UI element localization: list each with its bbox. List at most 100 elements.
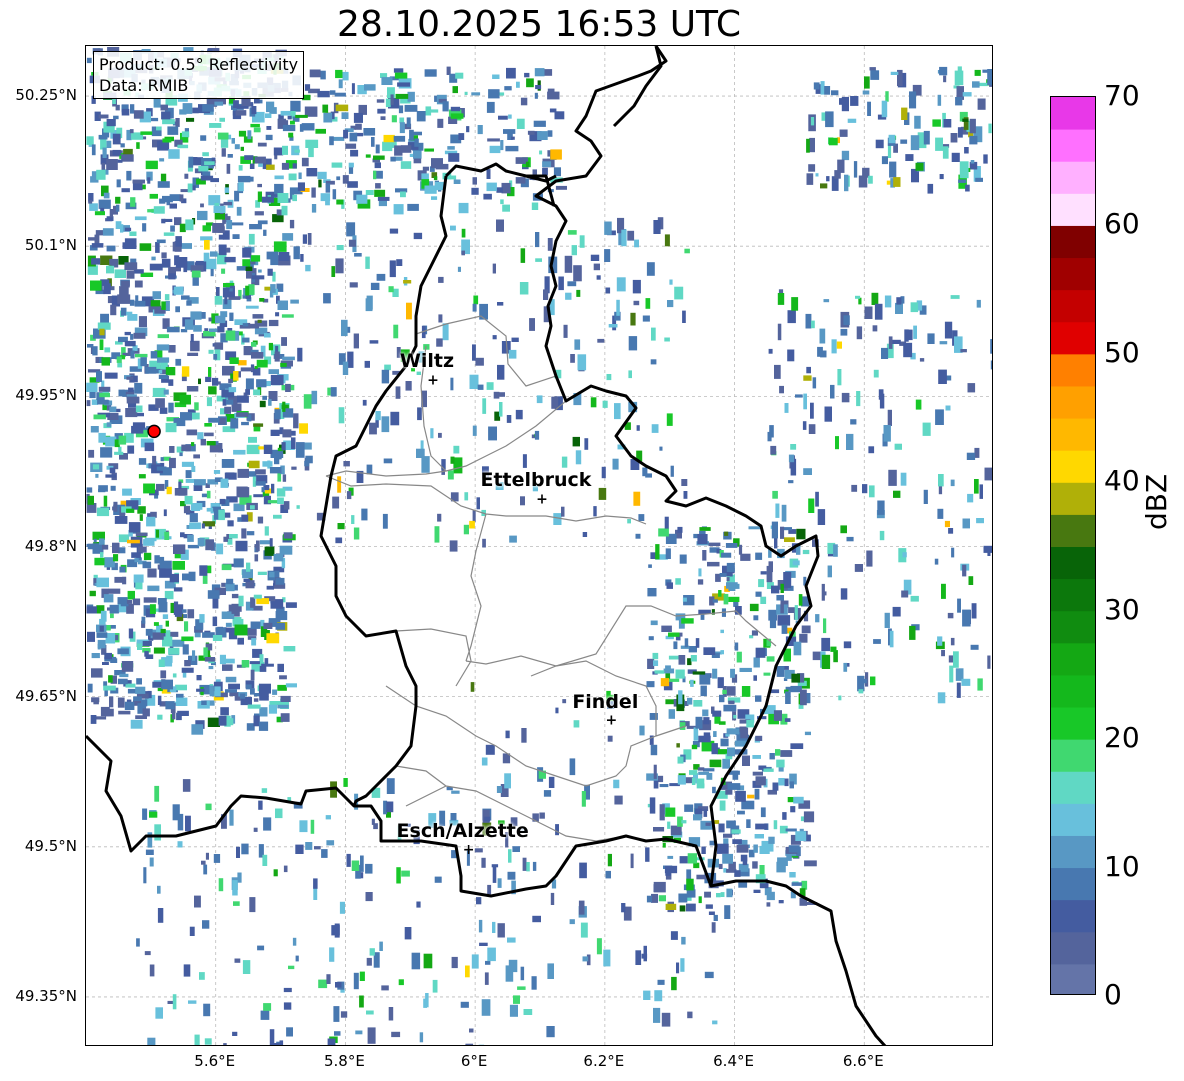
echo-cell <box>162 138 172 143</box>
echo-cell <box>422 166 429 171</box>
echo-cell <box>286 1027 293 1037</box>
echo-cell <box>96 577 109 588</box>
echo-cell <box>184 621 189 632</box>
echo-cell <box>96 169 106 180</box>
echo-cell <box>840 588 848 600</box>
echo-cell <box>144 442 155 452</box>
echo-cell <box>318 979 328 989</box>
echo-cell <box>86 400 91 407</box>
echo-cell <box>987 655 991 669</box>
echo-cell <box>958 179 967 183</box>
echo-cell <box>397 82 411 87</box>
echo-cell <box>550 892 555 905</box>
echo-cell <box>264 526 269 536</box>
echo-cell <box>968 576 974 585</box>
echo-cell <box>719 800 726 811</box>
echo-cell <box>252 314 264 319</box>
echo-cell <box>376 273 386 281</box>
echo-cell <box>789 781 794 789</box>
echo-cell <box>365 190 374 195</box>
echo-cell <box>491 864 499 868</box>
echo-cell <box>476 897 482 905</box>
echo-cell <box>168 345 176 353</box>
echo-cell <box>142 561 152 569</box>
echo-cell <box>98 386 111 392</box>
echo-cell <box>331 266 336 277</box>
echo-cell <box>633 300 640 306</box>
echo-cell <box>191 442 195 447</box>
echo-cell <box>547 963 554 979</box>
echo-cell <box>153 206 165 214</box>
echo-cell <box>967 383 976 393</box>
echo-cell <box>155 242 160 253</box>
echo-cell <box>803 393 807 410</box>
echo-cell <box>265 113 272 118</box>
echo-cell <box>361 508 368 521</box>
echo-cell <box>174 606 183 617</box>
echo-cell <box>365 256 370 269</box>
echo-cell <box>550 149 562 160</box>
echo-cell <box>614 795 623 805</box>
echo-cell <box>168 273 176 280</box>
radar-site-marker[interactable] <box>147 424 161 439</box>
echo-cell <box>326 974 331 984</box>
echo-cell <box>295 955 299 962</box>
echo-cell <box>189 926 195 936</box>
echo-cell <box>821 637 831 652</box>
echo-cell <box>442 323 449 341</box>
echo-cell <box>665 665 671 672</box>
echo-cell <box>323 293 331 304</box>
echo-cell <box>766 565 773 583</box>
echo-cell <box>159 556 165 566</box>
echo-cell <box>329 90 336 95</box>
echo-cell <box>145 366 157 374</box>
echo-cell <box>130 719 143 729</box>
echo-cell <box>489 145 501 154</box>
echo-cell <box>94 211 105 216</box>
echo-cell <box>461 228 466 238</box>
echo-cell <box>246 562 251 572</box>
echo-cell <box>450 225 456 231</box>
echo-cell <box>234 958 241 963</box>
echo-cell <box>678 690 683 705</box>
echo-cell <box>292 163 297 169</box>
echo-cell <box>221 148 226 157</box>
echo-cell <box>695 716 703 729</box>
echo-cell <box>177 813 184 831</box>
echo-cell <box>290 100 301 112</box>
echo-cell <box>116 356 122 363</box>
echo-cell <box>281 314 294 318</box>
echo-cell <box>474 848 483 853</box>
echo-cell <box>273 553 284 562</box>
radar-map[interactable]: + + + + <box>85 45 993 1046</box>
echo-cell <box>129 299 135 306</box>
echo-cell <box>820 81 825 95</box>
echo-cell <box>487 138 500 142</box>
colorbar-swatch <box>1051 225 1095 259</box>
echo-cell <box>313 878 318 889</box>
echo-cell <box>103 685 116 691</box>
echo-cell <box>251 638 257 646</box>
echo-cell <box>388 286 394 293</box>
echo-cell <box>191 270 201 278</box>
echo-cell <box>720 650 724 655</box>
echo-cell <box>191 503 203 510</box>
echo-cell <box>346 853 351 867</box>
echo-cell <box>413 158 422 164</box>
echo-cell <box>113 115 119 120</box>
echo-cell <box>205 376 212 382</box>
echo-cell <box>232 880 238 896</box>
colorbar-swatch <box>1051 514 1095 547</box>
echo-cell <box>488 89 500 99</box>
echo-cell <box>96 632 108 638</box>
echo-cell <box>718 823 725 833</box>
echo-cell <box>175 358 182 366</box>
echo-cell <box>937 636 943 646</box>
echo-cell <box>152 455 157 466</box>
echo-cell <box>285 602 297 608</box>
echo-cell <box>156 344 170 351</box>
echo-cell <box>645 298 651 309</box>
city-marker-plus: + <box>536 491 548 507</box>
echo-cell <box>873 639 881 644</box>
echo-cell <box>791 297 799 311</box>
